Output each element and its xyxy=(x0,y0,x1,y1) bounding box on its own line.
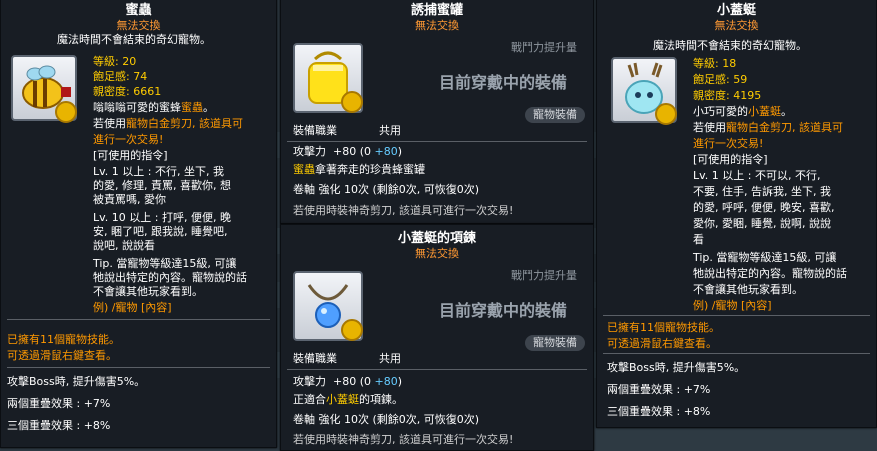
currently-equipped-label: 目前穿戴中的裝備 xyxy=(439,73,568,92)
job-label: 裝備職業 xyxy=(293,124,337,137)
command-line: 被責罵嗎, 愛你 xyxy=(93,193,166,206)
set-effect-2: 兩個重疊效果 : +7% xyxy=(607,383,711,396)
pet-fullness: 飽足感: 59 xyxy=(693,73,748,86)
pet-level: 等級: 20 xyxy=(93,55,137,68)
pet-description: 魔法時間不會結束的奇幻寵物。 xyxy=(57,33,211,46)
command-line: 愛你, 愛睏, 睡覺, 說啊, 說說 xyxy=(693,217,831,230)
command-line: 安, 睏了吧, 跟我說, 睡覺吧, xyxy=(93,225,228,238)
coin-icon xyxy=(341,319,363,341)
tip-line: 不會讓其他玩家看到。 xyxy=(93,285,203,298)
set-effect-3: 三個重疊效果 : +8% xyxy=(607,405,711,418)
pet-name: 小蓋蜓 xyxy=(716,3,756,18)
tip-example: 例) /寵物 [內容] xyxy=(93,301,172,314)
divider xyxy=(603,353,870,354)
coin-icon xyxy=(55,101,77,123)
pet-skills-count: 已擁有11個寵物技能。 xyxy=(7,333,120,346)
command-line: Lv. 10 以上 : 打呼, 便便, 晚 xyxy=(93,211,231,224)
pet-closeness: 親密度: 4195 xyxy=(693,89,762,102)
scroll-upgrade-info: 卷軸 強化 10次 (剩餘0次, 可恢復0次) xyxy=(293,413,480,426)
tip-line: 牠說出特定的內容。寵物說的話 xyxy=(93,271,247,284)
command-header: [可使用的指令] xyxy=(693,153,768,166)
tip-line: Tip. 當寵物等級達15級, 可讓 xyxy=(693,251,837,264)
command-line: 說吧, 說說看 xyxy=(93,239,155,252)
boss-damage-effect: 攻擊Boss時, 提升傷害5%。 xyxy=(607,361,746,374)
coin-icon xyxy=(655,103,677,125)
trade-status: 無法交換 xyxy=(415,247,459,260)
pet-flavor-text: 嗡嗡嗡可愛的蜜蜂蜜蟲。 xyxy=(93,101,214,114)
pet-equip-badge: 寵物裝備 xyxy=(525,335,585,351)
set-effect-2: 兩個重疊效果 : +7% xyxy=(7,397,111,410)
pet-skills-hint: 可透過滑鼠右鍵查看。 xyxy=(607,337,717,350)
attack-stat: 攻擊力 +80 (0 +80) xyxy=(293,375,403,388)
divider xyxy=(603,315,870,316)
job-value: 共用 xyxy=(379,124,401,137)
fight-power-label: 戰鬥力提升量 xyxy=(511,269,577,282)
coin-icon xyxy=(341,91,363,113)
scissors-note: 若使用寵物白金剪刀, 該道具可 xyxy=(693,121,843,134)
scissors-note-2: 進行一次交易! xyxy=(693,137,764,150)
pet-name: 蜜蟲 xyxy=(125,3,152,18)
divider xyxy=(287,141,587,142)
boss-damage-effect: 攻擊Boss時, 提升傷害5%。 xyxy=(7,375,146,388)
command-line: 看 xyxy=(693,233,704,246)
pet-equip-badge: 寵物裝備 xyxy=(525,107,585,123)
pet-fullness: 飽足感: 74 xyxy=(93,70,148,83)
equip-tooltip-necklace: 小蓋蜓的項鍊 無法交換 戰鬥力提升量 目前穿戴中的裝備 寵物裝備 裝備職業 共用… xyxy=(280,224,594,451)
tip-example: 例) /寵物 [內容] xyxy=(693,299,772,312)
item-flavor-text: 正適合小蓋蜓的項鍊。 xyxy=(293,393,403,406)
item-name: 小蓋蜓的項鍊 xyxy=(397,231,476,246)
command-line: 不要, 住手, 告訴我, 坐下, 我 xyxy=(693,185,831,198)
pet-closeness: 親密度: 6661 xyxy=(93,85,162,98)
command-line: 的愛, 修理, 責罵, 喜歡你, 想 xyxy=(93,179,231,192)
scissors-note: 若使用寵物白金剪刀, 該道具可 xyxy=(93,117,243,130)
scroll-upgrade-info: 卷軸 強化 10次 (剩餘0次, 可恢復0次) xyxy=(293,183,480,196)
command-line: Lv. 1 以上 : 不可以, 不行, xyxy=(693,169,821,182)
pet-level: 等級: 18 xyxy=(693,57,737,70)
pet-tooltip-small-pet: 小蓋蜓 無法交換 魔法時間不會結束的奇幻寵物。 等級: 18 飽足感: 59 親… xyxy=(596,0,877,428)
divider xyxy=(7,319,270,320)
divider xyxy=(287,369,587,370)
pet-flavor-text: 小巧可愛的小蓋蜓。 xyxy=(693,105,792,118)
tip-line: 牠說出特定的內容。寵物說的話 xyxy=(693,267,847,280)
currently-equipped-label: 目前穿戴中的裝備 xyxy=(439,301,568,320)
equip-tooltip-honey-jar: 誘捕蜜罐 無法交換 戰鬥力提升量 目前穿戴中的裝備 寵物裝備 裝備職業 共用 攻… xyxy=(280,0,594,224)
item-flavor-text: 蜜蟲拿著奔走的珍貴蜂蜜罐 xyxy=(293,163,425,176)
scissors-note: 若使用時裝神奇剪刀, 該道具可進行一次交易! xyxy=(293,204,514,217)
trade-status: 無法交換 xyxy=(116,19,161,32)
attack-stat: 攻擊力 +80 (0 +80) xyxy=(293,145,403,158)
pet-skills-count: 已擁有11個寵物技能。 xyxy=(607,321,720,334)
trade-status: 無法交換 xyxy=(415,19,459,32)
job-label: 裝備職業 xyxy=(293,352,337,365)
trade-status: 無法交換 xyxy=(714,19,759,32)
set-effect-3: 三個重疊效果 : +8% xyxy=(7,419,111,432)
command-line: 的愛, 呼呼, 便便, 晚安, 喜歡, xyxy=(693,201,835,214)
command-header: [可使用的指令] xyxy=(93,149,168,162)
fight-power-label: 戰鬥力提升量 xyxy=(511,41,577,54)
command-line: Lv. 1 以上 : 不行, 坐下, 我 xyxy=(93,165,224,178)
item-name: 誘捕蜜罐 xyxy=(410,3,463,18)
tip-line: 不會讓其他玩家看到。 xyxy=(693,283,803,296)
pet-tooltip-honeybee: 蜜蟲 無法交換 魔法時間不會結束的奇幻寵物。 等級: 20 飽足感: 74 親密… xyxy=(0,0,277,448)
scissors-note-2: 進行一次交易! xyxy=(93,133,164,146)
tip-line: Tip. 當寵物等級達15級, 可讓 xyxy=(93,257,237,270)
job-value: 共用 xyxy=(379,352,401,365)
divider xyxy=(7,367,270,368)
pet-description: 魔法時間不會結束的奇幻寵物。 xyxy=(653,39,807,52)
pet-skills-hint: 可透過滑鼠右鍵查看。 xyxy=(7,349,117,362)
scissors-note: 若使用時裝神奇剪刀, 該道具可進行一次交易! xyxy=(293,433,514,446)
